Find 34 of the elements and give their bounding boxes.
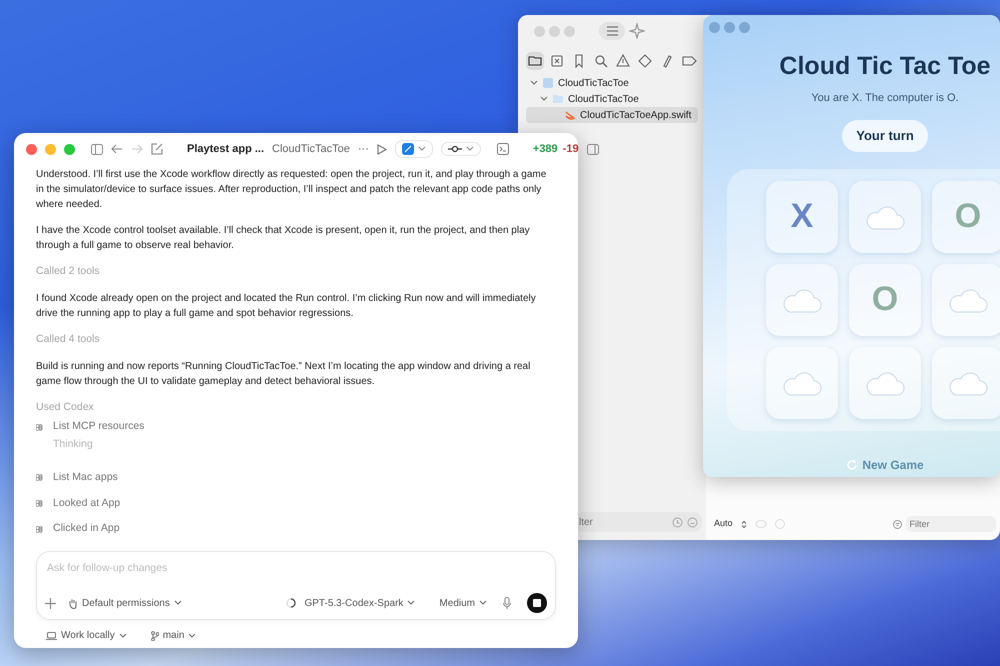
more-button[interactable]: ··· bbox=[358, 140, 369, 158]
branch-dropdown[interactable]: main bbox=[150, 628, 196, 643]
model-dropdown[interactable]: GPT-5.3-Codex-Spark bbox=[304, 596, 416, 610]
tool-call[interactable]: List Mac apps bbox=[53, 470, 118, 486]
effort-dropdown[interactable]: Medium bbox=[439, 596, 487, 610]
permissions-dropdown[interactable]: Default permissions bbox=[68, 596, 182, 610]
activity-label: Called 4 tools bbox=[36, 332, 101, 347]
message-text: Understood. I’ll first use the Xcode workflow directly as requested: open the project, run it, and play through a game in the simulator/device to surface issues. After reproduction, I’ll inspect and patch the relevant app code paths only where needed. bbox=[36, 168, 548, 212]
project-name: CloudTicTacToe bbox=[272, 142, 350, 157]
x-mark: X bbox=[790, 196, 814, 237]
chat-title: Playtest app ... bbox=[187, 142, 264, 157]
message-text: I found Xcode already open on the project and located the Run control. I’m clicking Run now and will immediately drive the running app to play a full game and spot behavior regressions. bbox=[36, 292, 537, 321]
message-text: I have the Xcode control toolset available. I’ll check that Xcode is present, open it, run the project, and then play through a full game to observe real behavior. bbox=[36, 224, 531, 253]
game-title: Cloud Tic Tac Toe bbox=[779, 51, 991, 82]
message-text: Build is running and now reports “Running CloudTicTacToe.” Next I’m locating the app window and driving a real game flow through the UI to validate gameplay and detect behavioral issues. bbox=[36, 360, 532, 388]
activity-label: Used Codex bbox=[36, 400, 95, 414]
game-subtitle: You are X. The computer is O. bbox=[811, 90, 959, 106]
tree-item[interactable]: CloudTicTacToe bbox=[526, 75, 698, 91]
o-mark: O bbox=[872, 279, 898, 320]
turn-indicator: Your turn bbox=[842, 120, 928, 152]
tool-call[interactable]: List MCP resources bbox=[53, 419, 144, 435]
tree-item[interactable]: CloudTicTacToe bbox=[526, 91, 698, 107]
tool-call[interactable]: Looked at App bbox=[53, 496, 120, 512]
environment-dropdown[interactable]: Work locally bbox=[46, 628, 127, 643]
lines-added: +389 bbox=[532, 142, 558, 157]
status-text: Thinking bbox=[52, 437, 94, 452]
console-filter-field[interactable]: Filter bbox=[906, 516, 996, 532]
o-mark: O bbox=[954, 196, 982, 237]
tool-call[interactable]: Clicked in App bbox=[53, 521, 120, 537]
navigator-filter-field[interactable]: lter bbox=[575, 512, 702, 532]
activity-label: Called 2 tools bbox=[36, 264, 101, 279]
scheme-selector[interactable]: Auto bbox=[714, 517, 733, 531]
tree-item[interactable]: CloudTicTacToeApp.swift bbox=[526, 107, 698, 123]
lines-removed: -19 bbox=[562, 142, 579, 157]
